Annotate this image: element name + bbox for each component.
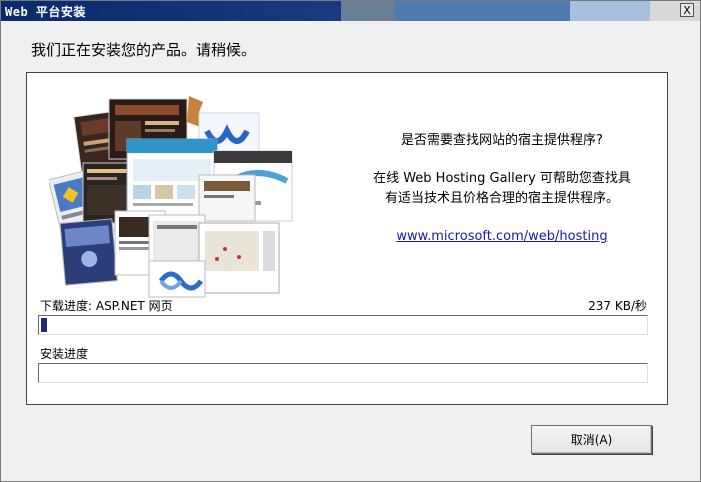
install-progress-label: 安装进度 xyxy=(40,347,89,361)
download-speed: 237 KB/秒 xyxy=(588,299,647,313)
download-progress-fill xyxy=(41,318,47,332)
title-bar-segment xyxy=(341,1,395,21)
close-button[interactable]: X xyxy=(680,3,694,17)
hosting-question: 是否需要查找网站的宿主提供程序? xyxy=(401,133,603,148)
window-title: Web 平台安装 xyxy=(5,5,86,19)
hosting-info: 是否需要查找网站的宿主提供程序? 在线 Web Hosting Gallery … xyxy=(372,131,632,247)
hosting-gallery-link[interactable]: www.microsoft.com/web/hosting xyxy=(396,227,607,247)
status-heading: 我们正在安装您的产品。请稍候。 xyxy=(31,41,257,59)
title-bar-segment xyxy=(570,1,650,21)
title-bar-segment xyxy=(395,1,570,21)
download-progress-label: 下载进度: ASP.NET 网页 xyxy=(40,299,173,313)
hosting-description: 在线 Web Hosting Gallery 可帮助您查找具有适当技术且价格合理… xyxy=(373,171,631,206)
web-hosting-collage-image xyxy=(49,96,293,298)
close-icon: X xyxy=(683,4,691,17)
cancel-button[interactable]: 取消(A) xyxy=(531,425,652,454)
download-progress-bar xyxy=(38,315,648,335)
installer-window: Web 平台安装 X 我们正在安装您的产品。请稍候。 是否需要查找网站的宿主提供… xyxy=(0,0,701,482)
title-bar[interactable]: Web 平台安装 X xyxy=(1,1,700,21)
install-progress-bar xyxy=(38,363,648,383)
content-panel: 是否需要查找网站的宿主提供程序? 在线 Web Hosting Gallery … xyxy=(26,72,668,405)
